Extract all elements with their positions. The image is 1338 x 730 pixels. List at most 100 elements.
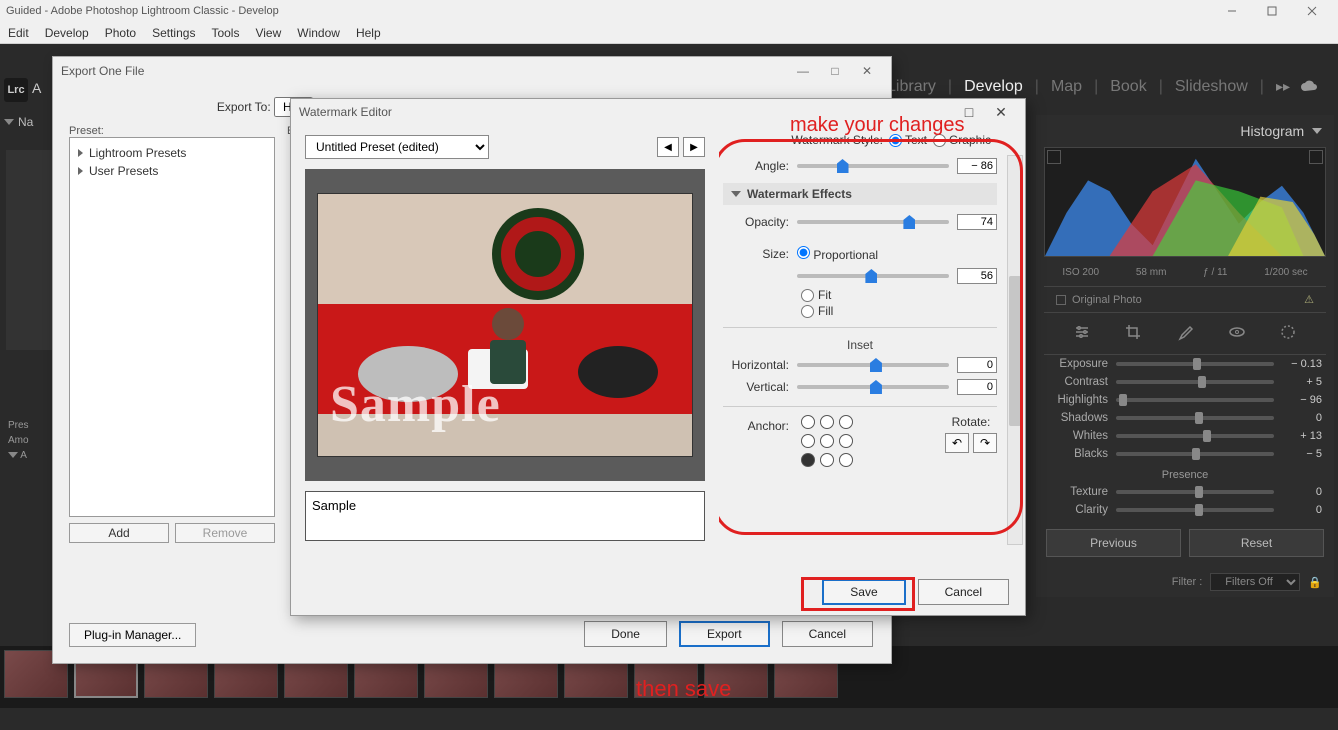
eye-icon[interactable] <box>1228 323 1246 344</box>
size-slider[interactable] <box>797 274 949 278</box>
slider-track[interactable] <box>1116 434 1274 438</box>
minimize-button[interactable] <box>1212 0 1252 22</box>
slider-track[interactable] <box>1116 380 1274 384</box>
remove-preset-button[interactable]: Remove <box>175 523 275 543</box>
export-to-label: Export To: <box>217 100 271 114</box>
preset-folder[interactable]: User Presets <box>74 162 270 180</box>
slider-value[interactable]: 0 <box>1282 504 1322 516</box>
menu-help[interactable]: Help <box>356 26 381 40</box>
close-button[interactable]: ✕ <box>985 104 1017 121</box>
clip-highlight-icon[interactable] <box>1309 150 1323 164</box>
size-fill-radio[interactable]: Fill <box>801 303 997 319</box>
slider-track[interactable] <box>1116 416 1274 420</box>
menu-edit[interactable]: Edit <box>8 26 29 40</box>
filter-select[interactable]: Filters Off <box>1210 573 1300 591</box>
meta-focal: 58 mm <box>1136 267 1167 278</box>
watermark-preset-select[interactable]: Untitled Preset (edited) <box>305 135 489 159</box>
save-button[interactable]: Save <box>822 579 905 605</box>
panel-amount[interactable]: Amo <box>4 433 58 448</box>
slider-value[interactable]: − 96 <box>1282 394 1322 406</box>
slider-track[interactable] <box>1116 490 1274 494</box>
reset-button[interactable]: Reset <box>1189 529 1324 557</box>
vertical-slider[interactable] <box>797 385 949 389</box>
slider-track[interactable] <box>1116 452 1274 456</box>
slider-value[interactable]: 0 <box>1282 486 1322 498</box>
slider-value[interactable]: − 0.13 <box>1282 358 1322 370</box>
cancel-button[interactable]: Cancel <box>782 621 873 647</box>
histogram[interactable] <box>1044 147 1326 257</box>
size-proportional-radio[interactable]: Proportional <box>797 246 878 262</box>
preset-list[interactable]: Lightroom Presets User Presets <box>69 137 275 517</box>
menu-view[interactable]: View <box>255 26 281 40</box>
module-library[interactable]: Library <box>887 78 936 96</box>
warning-icon: ⚠ <box>1304 293 1314 306</box>
horizontal-slider[interactable] <box>797 363 949 367</box>
radial-icon[interactable] <box>1279 323 1297 344</box>
maximize-button[interactable]: □ <box>819 64 851 78</box>
watermark-preview: Sample <box>305 169 705 481</box>
size-fit-radio[interactable]: Fit <box>801 287 997 303</box>
tool-strip <box>1044 313 1326 355</box>
slider-track[interactable] <box>1116 362 1274 366</box>
slider-value[interactable]: + 13 <box>1282 430 1322 442</box>
size-value[interactable] <box>957 268 997 284</box>
cloud-sync-icon[interactable] <box>1300 80 1320 97</box>
menu-tools[interactable]: Tools <box>211 26 239 40</box>
checkbox-icon[interactable] <box>1056 295 1066 305</box>
sliders-icon[interactable] <box>1073 323 1091 344</box>
chevron-down-icon[interactable] <box>4 119 14 125</box>
watermark-text-input[interactable]: Sample <box>305 491 705 541</box>
menu-window[interactable]: Window <box>297 26 340 40</box>
slider-value[interactable]: 0 <box>1282 412 1322 424</box>
histogram-title[interactable]: Histogram <box>1240 123 1304 139</box>
lock-icon[interactable]: 🔒 <box>1308 576 1322 589</box>
slider-track[interactable] <box>1116 508 1274 512</box>
opacity-slider[interactable] <box>797 220 949 224</box>
slider-value[interactable]: − 5 <box>1282 448 1322 460</box>
prev-watermark-button[interactable]: ◀ <box>657 137 679 157</box>
module-slideshow[interactable]: Slideshow <box>1175 78 1248 96</box>
crop-icon[interactable] <box>1124 323 1142 344</box>
cancel-button[interactable]: Cancel <box>918 579 1009 605</box>
slider-label: Contrast <box>1048 376 1108 388</box>
close-button[interactable]: ✕ <box>851 64 883 78</box>
module-map[interactable]: Map <box>1051 78 1082 96</box>
export-dialog-titlebar[interactable]: Export One File — □ ✕ <box>53 57 891 85</box>
export-dialog-title: Export One File <box>61 64 144 78</box>
rotate-cw-button[interactable]: ↷ <box>973 433 997 453</box>
panel-presets[interactable]: Pres <box>4 418 58 433</box>
previous-button[interactable]: Previous <box>1046 529 1181 557</box>
export-button[interactable]: Export <box>679 621 770 647</box>
menu-develop[interactable]: Develop <box>45 26 89 40</box>
rotate-ccw-button[interactable]: ↶ <box>945 433 969 453</box>
anchor-grid[interactable] <box>801 415 855 469</box>
plugin-manager-button[interactable]: Plug-in Manager... <box>69 623 196 647</box>
close-button[interactable] <box>1292 0 1332 22</box>
minimize-button[interactable]: — <box>787 64 819 78</box>
module-more-icon[interactable]: ▸▸ <box>1276 78 1290 95</box>
menu-settings[interactable]: Settings <box>152 26 195 40</box>
next-watermark-button[interactable]: ▶ <box>683 137 705 157</box>
module-book[interactable]: Book <box>1110 78 1146 96</box>
watermark-effects-head[interactable]: Watermark Effects <box>723 183 997 205</box>
module-develop[interactable]: Develop <box>964 78 1023 100</box>
slider-track[interactable] <box>1116 398 1274 402</box>
preset-folder[interactable]: Lightroom Presets <box>74 144 270 162</box>
slider-value[interactable]: + 5 <box>1282 376 1322 388</box>
add-preset-button[interactable]: Add <box>69 523 169 543</box>
chevron-down-icon[interactable] <box>1312 128 1322 134</box>
opacity-value[interactable] <box>957 214 997 230</box>
done-button[interactable]: Done <box>584 621 667 647</box>
angle-slider[interactable] <box>797 164 949 168</box>
eyedropper-icon[interactable] <box>1176 323 1194 344</box>
horizontal-value[interactable] <box>957 357 997 373</box>
navigator-thumbnail[interactable] <box>6 150 52 350</box>
angle-value[interactable] <box>957 158 997 174</box>
menu-photo[interactable]: Photo <box>105 26 136 40</box>
vertical-value[interactable] <box>957 379 997 395</box>
original-photo-toggle[interactable]: Original Photo ⚠ <box>1044 287 1326 313</box>
scrollbar[interactable] <box>1007 155 1023 545</box>
panel-a[interactable]: A <box>4 448 58 463</box>
maximize-button[interactable] <box>1252 0 1292 22</box>
clip-shadow-icon[interactable] <box>1047 150 1061 164</box>
